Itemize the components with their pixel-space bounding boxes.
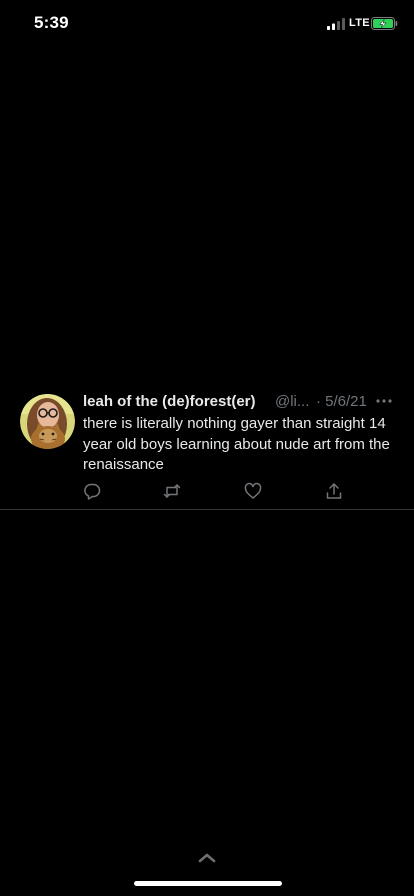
home-indicator[interactable] xyxy=(134,881,282,886)
like-icon[interactable] xyxy=(244,482,262,500)
tweet-text: there is literally nothing gayer than st… xyxy=(83,415,390,473)
user-avatar[interactable] xyxy=(20,394,75,449)
tweet-header: leah of the (de)forest(er) @li... · 5/6/… xyxy=(83,393,398,413)
status-bar: 5:39 LTE xyxy=(0,0,414,48)
status-time: 5:39 xyxy=(34,13,69,32)
battery-charging-icon xyxy=(371,17,398,30)
retweet-icon[interactable] xyxy=(163,482,181,500)
network-label: LTE xyxy=(349,17,370,29)
tweet-actions xyxy=(0,482,414,502)
reply-icon[interactable] xyxy=(83,482,101,500)
tweet-date[interactable]: · 5/6/21 xyxy=(316,393,367,410)
tweet-divider xyxy=(0,509,414,510)
signal-icon xyxy=(327,18,345,30)
chevron-up-icon[interactable] xyxy=(197,851,217,863)
tweet[interactable]: leah of the (de)forest(er) @li... · 5/6/… xyxy=(0,381,414,510)
author-handle[interactable]: @li... xyxy=(275,393,309,410)
share-icon[interactable] xyxy=(325,482,343,500)
more-icon[interactable] xyxy=(376,399,392,403)
author-name[interactable]: leah of the (de)forest(er) xyxy=(83,393,256,410)
